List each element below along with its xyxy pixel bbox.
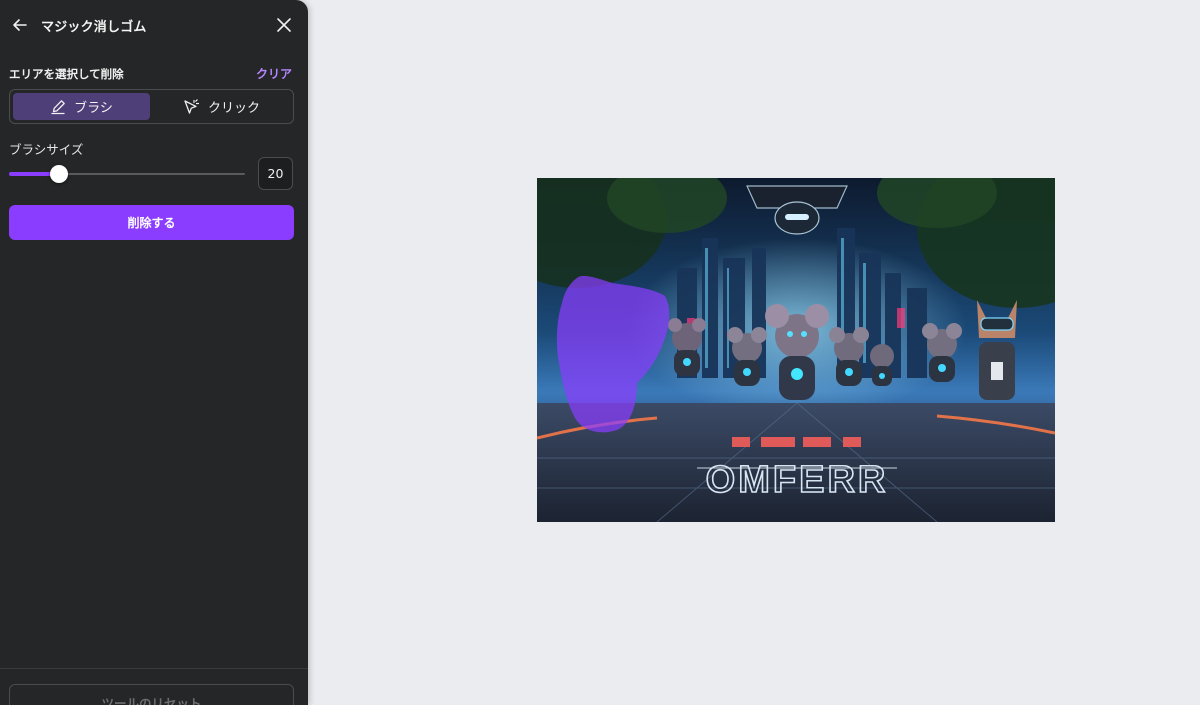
- brush-icon: [51, 99, 65, 114]
- brush-mode-label: ブラシ: [74, 101, 113, 116]
- brush-mode-button[interactable]: ブラシ: [13, 93, 150, 120]
- mode-toggle: ブラシ クリック: [9, 89, 294, 124]
- brush-size-input[interactable]: 20: [258, 157, 293, 190]
- click-mode-label: クリック: [207, 101, 260, 116]
- close-button[interactable]: [273, 14, 295, 36]
- slider-thumb[interactable]: [49, 165, 68, 183]
- cursor-click-icon: [184, 98, 200, 114]
- arrow-left-icon: [13, 19, 27, 31]
- brush-size-slider[interactable]: [9, 164, 245, 184]
- cyberpunk-mice-artwork: OMFERR: [537, 178, 1055, 522]
- clear-link[interactable]: クリア: [256, 65, 292, 82]
- reset-tool-button[interactable]: ツールのリセット: [9, 684, 294, 705]
- select-area-label: エリアを選択して削除: [9, 67, 124, 81]
- panel-title: マジック消しゴム: [41, 20, 147, 35]
- panel-header: マジック消しゴム: [0, 0, 308, 50]
- click-mode-button[interactable]: クリック: [151, 93, 291, 120]
- panel-divider: [0, 668, 308, 669]
- back-button[interactable]: [9, 14, 31, 36]
- magic-eraser-panel: マジック消しゴム エリアを選択して削除 クリア ブラシ クリック ブラシサイズ: [0, 0, 308, 705]
- brush-size-label: ブラシサイズ: [9, 142, 84, 157]
- close-icon: [277, 18, 291, 32]
- canvas-image[interactable]: OMFERR: [537, 178, 1055, 522]
- poster-title: OMFERR: [706, 459, 889, 501]
- erase-button[interactable]: 削除する: [9, 205, 294, 240]
